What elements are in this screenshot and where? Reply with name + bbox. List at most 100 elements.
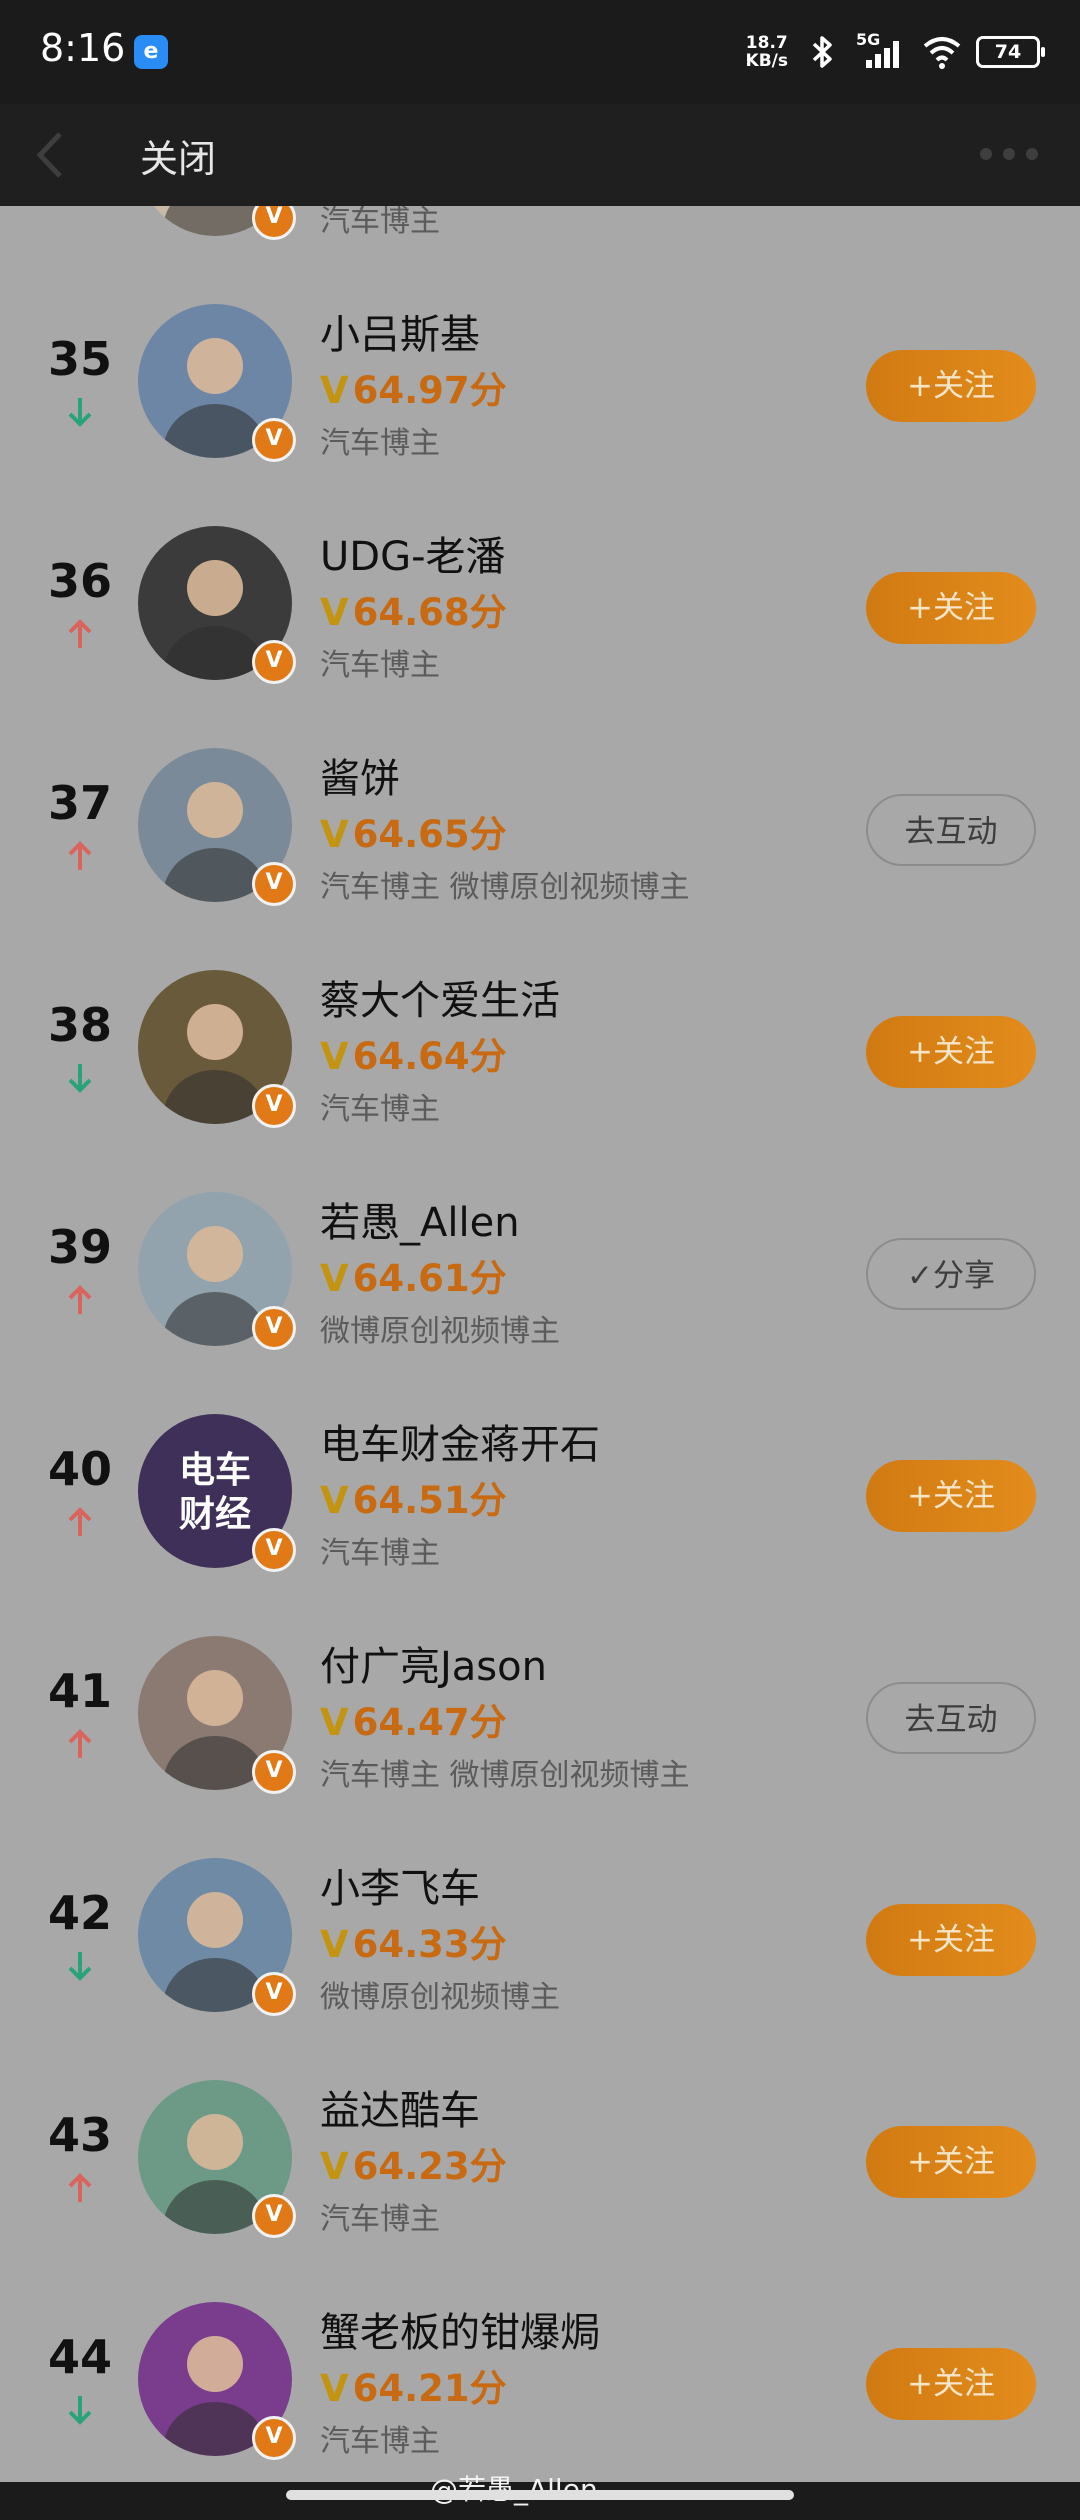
trend-down-arrow-icon [68,2396,92,2425]
follow-button[interactable]: +关注 [866,1460,1036,1532]
ranking-row[interactable]: 39 V 若愚_Allen V 64.61分微博原创视频博主 ✓分享 [0,1166,1080,1389]
influence-score: V 64.65分 [320,804,507,858]
score-value: 64.61分 [352,1257,507,1300]
score-value: 64.51分 [352,1479,507,1522]
influence-score: V 64.51分 [320,1470,507,1524]
verified-badge-icon: V [252,2416,296,2460]
influence-score: V 64.61分 [320,1248,507,1302]
verified-badge-icon: V [252,1750,296,1794]
follow-button[interactable]: +关注 [866,2126,1036,2198]
weibo-watermark: @若愚_Allen [430,2468,598,2508]
blogger-tags: 汽车博主 [320,206,440,239]
verified-badge-icon: V [252,1972,296,2016]
svg-text:电车: 电车 [179,1450,251,1491]
trend-up-arrow-icon [68,2173,92,2202]
v-score-icon: V [320,1923,349,1966]
influence-score: V 64.23分 [320,2136,507,2190]
score-value: 64.21分 [352,2367,507,2410]
verified-badge-icon: V [252,862,296,906]
ranking-row[interactable]: V 汽车博主 [0,206,1080,279]
blogger-name[interactable]: 付广亮Jason [320,1634,547,1692]
ranking-row[interactable]: 38 V 蔡大个爱生活 V 64.64分 汽车博主 +关注 [0,944,1080,1167]
blogger-name[interactable]: 益达酷车 [320,2078,480,2136]
verified-badge-icon: V [252,2194,296,2238]
clock: 8:16 [40,26,126,70]
battery-indicator: 74 [976,36,1045,68]
blogger-name[interactable]: UDG-老潘 [320,524,506,582]
rank-number: 40 [47,1442,112,1496]
v-score-icon: V [320,2367,349,2410]
blogger-name[interactable]: 小吕斯基 [320,302,480,360]
blogger-name[interactable]: 蟹老板的钳爆焗 [320,2300,600,2358]
blogger-tags: 微博原创视频博主 [320,1314,560,1349]
score-value: 64.97分 [352,369,507,412]
home-indicator[interactable] [286,2490,794,2500]
verified-badge-icon: V [252,640,296,684]
ranking-row[interactable]: 41 V 付广亮Jason V 64.47分 汽车博主 微博原创视频博主 去互动 [0,1610,1080,1833]
trend-down-arrow-icon [68,398,92,427]
ranking-row[interactable]: 44 V 蟹老板的钳爆焗 V 64.21分 汽车博主 +关注 [0,2276,1080,2482]
blogger-name[interactable]: 若愚_Allen [320,1190,520,1248]
influence-score: V 64.68分 [320,582,507,636]
ranking-row[interactable]: 36 V UDG-老潘 V 64.68分 汽车博主 +关注 [0,500,1080,723]
status-icons: 18.7 KB/s 5G 74 [746,28,1045,76]
ranking-row[interactable]: 40 电车 财经 V 电车财金蒋开石 V 64.51分 汽车博主 +关注 [0,1388,1080,1611]
trend-up-arrow-icon [68,1729,92,1758]
v-score-icon: V [320,369,349,412]
score-value: 64.68分 [352,591,507,634]
blogger-tags: 汽车博主 [320,1092,440,1127]
verified-badge-icon: V [252,1084,296,1128]
rank-number: 44 [47,2330,112,2384]
score-value: 64.47分 [352,1701,507,1744]
close-button[interactable]: 关闭 [140,128,216,183]
blogger-tags: 汽车博主 [320,2424,440,2459]
trend-up-arrow-icon [68,619,92,648]
blogger-tags: 汽车博主 微博原创视频博主 [320,1758,690,1793]
follow-button[interactable]: +关注 [866,1016,1036,1088]
score-value: 64.33分 [352,1923,507,1966]
blogger-name[interactable]: 小李飞车 [320,1856,480,1914]
back-arrow-icon[interactable] [30,126,70,184]
ranking-row[interactable]: 43 V 益达酷车 V 64.23分 汽车博主 +关注 [0,2054,1080,2277]
blogger-tags: 汽车博主 [320,426,440,461]
trend-down-arrow-icon [68,1064,92,1093]
rank-number: 37 [47,776,112,830]
ranking-row[interactable]: 35 V 小吕斯基 V 64.97分 汽车博主 +关注 [0,278,1080,501]
status-bar: 8:16 e 18.7 KB/s 5G 74 [0,0,1080,104]
v-score-icon: V [320,591,349,634]
follow-button[interactable]: +关注 [866,572,1036,644]
bluetooth-icon [812,36,832,68]
blogger-name[interactable]: 酱饼 [320,746,400,804]
rank-number: 39 [47,1220,112,1274]
app-notification-icon: e [134,35,168,69]
score-value: 64.65分 [352,813,507,856]
wifi-icon [923,37,961,69]
action-button[interactable]: ✓分享 [866,1238,1036,1310]
ranking-row[interactable]: 37 V 酱饼 V 64.65分 汽车博主 微博原创视频博主 去互动 [0,722,1080,945]
rank-number: 43 [47,2108,112,2162]
follow-button[interactable]: +关注 [866,350,1036,422]
cellular-signal-icon: 5G [856,30,908,72]
influence-score: V 64.47分 [320,1692,507,1746]
more-options-icon[interactable] [978,142,1040,166]
verified-badge-icon: V [252,418,296,462]
blogger-tags: 汽车博主 [320,2202,440,2237]
ranking-row[interactable]: 42 V 小李飞车 V 64.33分 微博原创视频博主 +关注 [0,1832,1080,2055]
rank-number: 36 [47,554,112,608]
action-button[interactable]: 去互动 [866,1682,1036,1754]
follow-button[interactable]: +关注 [866,2348,1036,2420]
verified-badge-icon: V [252,206,296,240]
blogger-name[interactable]: 电车财金蒋开石 [320,1412,600,1470]
score-value: 64.23分 [352,2145,507,2188]
blogger-name[interactable]: 蔡大个爱生活 [320,968,560,1026]
influence-score: V 64.97分 [320,360,507,414]
verified-badge-icon: V [252,1306,296,1350]
rank-number: 35 [47,332,112,386]
v-score-icon: V [320,2145,349,2188]
follow-button[interactable]: +关注 [866,1904,1036,1976]
blogger-tags: 汽车博主 [320,1536,440,1571]
trend-up-arrow-icon [68,841,92,870]
top-nav-bar: 关闭 [0,104,1080,206]
action-button[interactable]: 去互动 [866,794,1036,866]
blogger-tags: 汽车博主 [320,648,440,683]
